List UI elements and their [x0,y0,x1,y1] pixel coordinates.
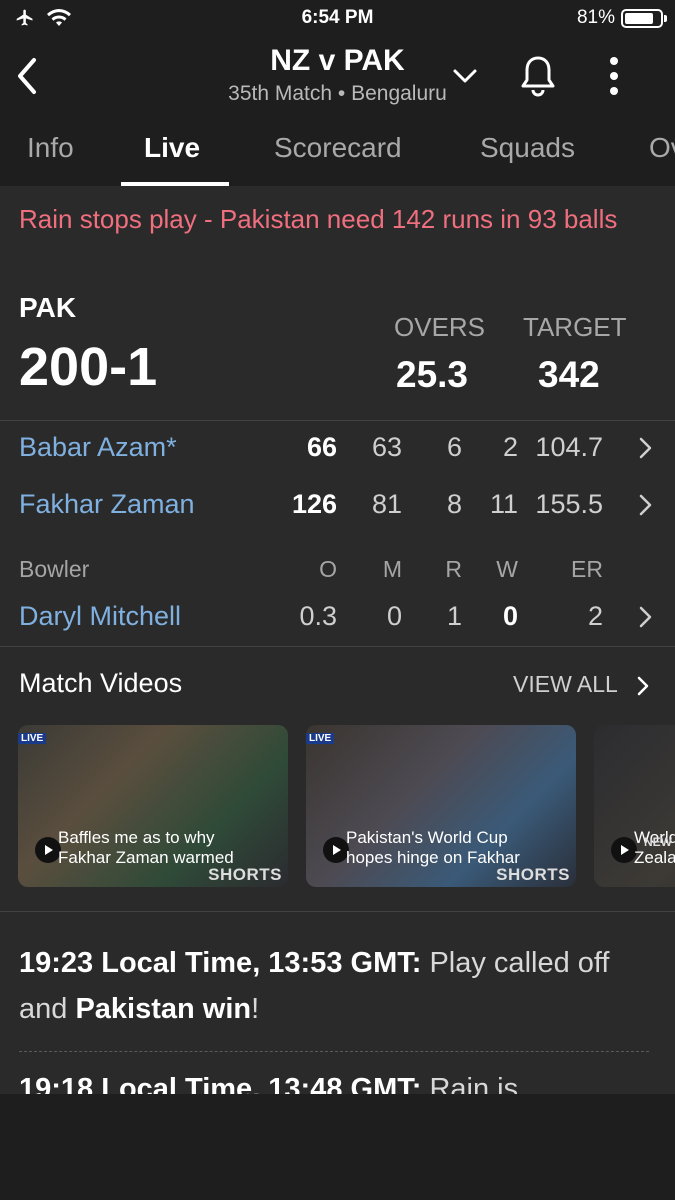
batter-name[interactable]: Babar Azam* [19,432,177,463]
tab-bar: Info Live Scorecard Squads Ov [0,120,675,186]
commentary-entry: 19:18 Local Time, 13:48 GMT: Rain is [19,1073,519,1094]
commentary-separator [19,1051,649,1052]
batting-team: PAK [19,292,77,323]
match-title: NZ v PAK [270,44,405,77]
batter-runs: 126 [291,489,337,519]
chevron-right-icon[interactable] [638,493,654,517]
video-card[interactable]: LIVE Pakistan's World Cup hopes hinge on … [306,725,576,887]
bottom-area [0,1094,675,1200]
batter-strike-rate: 104.7 [535,432,603,462]
live-tag: LIVE [306,733,335,744]
overs-label: OVERS [394,312,486,342]
chevron-right-icon[interactable] [636,675,650,697]
team-score: 200-1 [19,337,158,397]
batter-strike-rate: 155.5 [535,489,603,519]
status-bar: 6:54 PM 81% [0,0,675,38]
battery-status: 81% [576,7,667,29]
bowler-wickets: 0 [502,601,518,631]
shorts-tag: SHORTS [496,865,570,884]
clock: 6:54 PM [301,7,374,28]
bowler-header: Bowler O M R W ER [0,548,675,588]
bowler-overs: 0.3 [299,601,337,631]
chevron-right-icon[interactable] [638,605,654,629]
bowler-name[interactable]: Daryl Mitchell [19,601,181,632]
commentary-entry: 19:23 Local Time, 13:53 GMT: Play called… [19,947,610,1025]
divider [0,646,675,647]
match-status: Rain stops play - Pakistan need 142 runs… [19,204,618,234]
maidens-col-header: M [382,556,402,582]
video-card[interactable]: LIVE Baffles me as to why Fakhar Zaman wa… [18,725,288,887]
bowler-row[interactable]: Daryl Mitchell 0.3 0 1 0 2 [0,591,675,641]
target-label: TARGET [523,312,627,342]
batter-sixes: 2 [502,432,518,462]
batter-row[interactable]: Fakhar Zaman 126 81 8 11 155.5 [0,479,675,529]
shorts-tag: SHORTS [208,865,282,884]
tab-squads[interactable]: Squads [480,132,575,164]
batter-fours: 6 [446,432,462,462]
batter-runs: 66 [306,432,337,462]
tab-info[interactable]: Info [27,132,74,164]
batter-balls: 63 [371,432,402,462]
bowler-runs: 1 [446,601,462,631]
batter-name[interactable]: Fakhar Zaman [19,489,195,520]
battery-percent: 81% [576,7,615,28]
tab-live[interactable]: Live [144,132,200,164]
runs-col-header: R [445,556,462,582]
divider [0,911,675,912]
view-all-link[interactable]: VIEW ALL [513,671,618,698]
wickets-col-header: W [496,556,518,582]
video-caption: Baffles me as to why Fakhar Zaman warmed [58,828,234,867]
divider [0,420,675,421]
video-card[interactable]: World Zeala NEW [594,725,675,887]
bowler-label: Bowler [19,556,90,582]
match-header: NZ v PAK 35th Match • Bengaluru [0,38,675,118]
more-options-icon[interactable] [605,56,623,96]
bowler-maidens: 0 [386,601,402,631]
video-caption: Pakistan's World Cup hopes hinge on Fakha… [346,828,520,867]
live-tag: LIVE [18,733,47,744]
bowler-economy: 2 [587,601,603,631]
tab-scorecard[interactable]: Scorecard [274,132,402,164]
bell-icon[interactable] [518,54,558,98]
live-panel: Rain stops play - Pakistan need 142 runs… [0,186,675,1094]
chevron-down-icon[interactable] [451,66,479,86]
battery-icon [621,8,667,28]
overs-col-header: O [319,556,337,582]
batter-balls: 81 [371,489,402,519]
target-value: 342 [538,354,600,395]
economy-col-header: ER [571,556,603,582]
tab-overs[interactable]: Ov [649,132,675,164]
batter-sixes: 11 [489,489,518,519]
new-tag: NEW [644,835,672,849]
match-videos-title: Match Videos [19,668,183,698]
overs-value: 25.3 [396,354,469,395]
match-subtitle: 35th Match • Bengaluru [228,82,447,105]
batter-fours: 8 [446,489,462,519]
batter-row[interactable]: Babar Azam* 66 63 6 2 104.7 [0,422,675,472]
chevron-right-icon[interactable] [638,436,654,460]
